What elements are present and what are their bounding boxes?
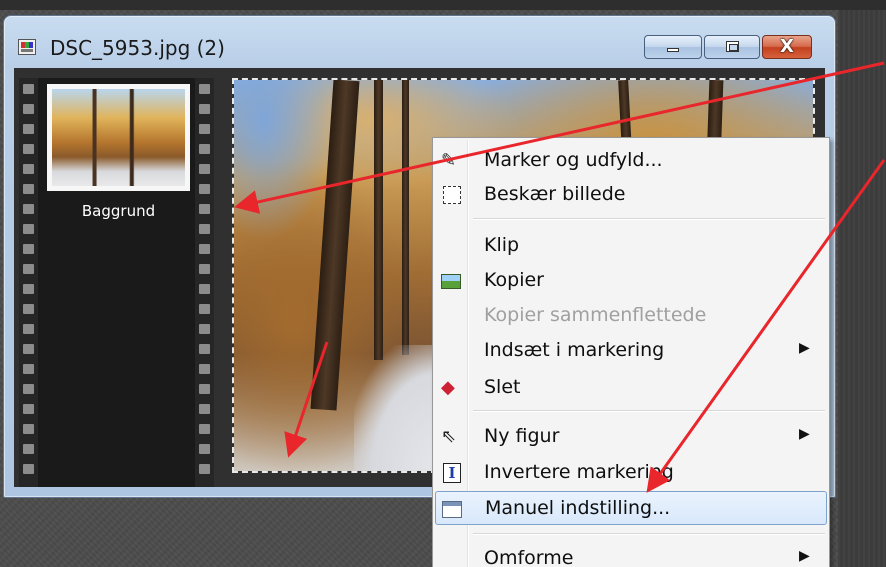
menu-item-label: Klip <box>484 234 520 256</box>
menu-item-label: Kopier sammenflettede <box>484 304 707 326</box>
window-titlebar[interactable]: DSC_5953.jpg (2) X <box>4 16 835 68</box>
filmstrip-hole <box>199 404 210 414</box>
filmstrip-hole <box>199 124 210 134</box>
filmstrip-perforation-left <box>19 78 38 487</box>
menu-item-kopier[interactable]: Kopier <box>435 264 827 298</box>
filmstrip-hole <box>23 124 34 134</box>
menu-item-label: Indsæt i markering <box>484 339 665 361</box>
invert-selection-icon: I <box>443 463 461 483</box>
menu-item-kopier-sammenflettede: Kopier sammenflettede <box>435 299 827 333</box>
filmstrip-hole <box>23 284 34 294</box>
menu-item-label: Marker og udfyld... <box>484 149 663 171</box>
menu-item-label: Omforme <box>484 547 574 567</box>
menu-item-label: Kopier <box>484 269 544 291</box>
filmstrip-hole <box>23 244 34 254</box>
submenu-arrow-icon: ▶ <box>799 426 810 442</box>
menu-item-label: Invertere markering <box>484 461 674 483</box>
layers-filmstrip: Baggrund <box>19 78 214 487</box>
copy-image-icon <box>441 274 461 289</box>
filmstrip-hole <box>23 144 34 154</box>
filmstrip-hole <box>23 264 34 274</box>
close-icon: X <box>780 36 794 57</box>
filmstrip-hole <box>23 204 34 214</box>
caption-buttons: X <box>644 35 814 59</box>
filmstrip-hole <box>199 304 210 314</box>
filmstrip-hole <box>199 364 210 374</box>
menu-item-beskaer-billede[interactable]: Beskær billede <box>435 178 827 212</box>
maximize-button[interactable] <box>704 35 760 59</box>
filmstrip-hole <box>23 84 34 94</box>
menu-item-label: Manuel indstilling... <box>485 497 671 519</box>
crop-selection-icon <box>443 186 461 204</box>
menu-item-label: Ny figur <box>484 425 560 447</box>
filmstrip-hole <box>23 384 34 394</box>
filmstrip-perforation-right <box>195 78 214 487</box>
layer-thumbnail[interactable] <box>47 84 190 191</box>
image-file-icon[interactable] <box>18 39 36 55</box>
context-menu: ✎ Marker og udfyld... Beskær billede Kli… <box>432 137 830 567</box>
desktop-right-strip <box>838 10 886 567</box>
filmstrip-hole <box>23 304 34 314</box>
filmstrip-hole <box>23 324 34 334</box>
filmstrip-hole <box>199 284 210 294</box>
menu-separator <box>473 533 825 534</box>
filmstrip-hole <box>23 404 34 414</box>
manual-settings-icon <box>442 501 462 518</box>
filmstrip-hole <box>23 184 34 194</box>
layer-name: Baggrund <box>81 202 156 220</box>
desktop-top-band <box>0 0 886 10</box>
filmstrip-hole <box>199 84 210 94</box>
eraser-icon: ◆ <box>441 377 455 398</box>
magic-select-icon: ✎ <box>441 150 457 171</box>
restore-icon <box>726 41 739 52</box>
filmstrip-hole <box>199 444 210 454</box>
submenu-arrow-icon: ▶ <box>799 548 810 564</box>
filmstrip-hole <box>199 464 210 474</box>
menu-item-klip[interactable]: Klip <box>435 229 827 263</box>
layer-thumbnail-image <box>52 89 185 186</box>
filmstrip-hole <box>199 184 210 194</box>
filmstrip-hole <box>23 444 34 454</box>
menu-item-label: Slet <box>484 376 521 398</box>
filmstrip-hole <box>199 264 210 274</box>
close-button[interactable]: X <box>762 35 812 59</box>
menu-separator <box>473 218 825 219</box>
cursor-arrow-icon: ⇖ <box>441 426 457 447</box>
menu-item-marker-og-udfyld[interactable]: ✎ Marker og udfyld... <box>435 144 827 178</box>
filmstrip-hole <box>199 104 210 114</box>
filmstrip-hole <box>23 104 34 114</box>
filmstrip-hole <box>199 224 210 234</box>
filmstrip-hole <box>23 224 34 234</box>
filmstrip-hole <box>199 344 210 354</box>
filmstrip-hole <box>199 144 210 154</box>
filmstrip-hole <box>23 344 34 354</box>
filmstrip-hole <box>199 424 210 434</box>
menu-item-manuel-indstilling[interactable]: Manuel indstilling... <box>435 491 827 525</box>
menu-item-invertere-markering[interactable]: I Invertere markering <box>435 456 827 490</box>
menu-separator <box>473 410 825 411</box>
filmstrip-hole <box>199 244 210 254</box>
menu-item-indsaet-i-markering[interactable]: Indsæt i markering ▶ <box>435 334 827 368</box>
menu-item-slet[interactable]: ◆ Slet <box>435 371 827 405</box>
menu-item-ny-figur[interactable]: ⇖ Ny figur ▶ <box>435 420 827 454</box>
filmstrip-hole <box>23 364 34 374</box>
window-title: DSC_5953.jpg (2) <box>50 36 225 60</box>
filmstrip-hole <box>23 464 34 474</box>
filmstrip-hole <box>23 164 34 174</box>
filmstrip-hole <box>199 384 210 394</box>
filmstrip-hole <box>199 204 210 214</box>
filmstrip-hole <box>199 164 210 174</box>
minimize-icon <box>667 48 679 52</box>
menu-item-label: Beskær billede <box>484 183 626 205</box>
submenu-arrow-icon: ▶ <box>799 340 810 356</box>
menu-item-omforme[interactable]: Omforme ▶ <box>435 542 827 567</box>
filmstrip-hole <box>23 424 34 434</box>
filmstrip-hole <box>199 324 210 334</box>
minimize-button[interactable] <box>644 35 702 59</box>
